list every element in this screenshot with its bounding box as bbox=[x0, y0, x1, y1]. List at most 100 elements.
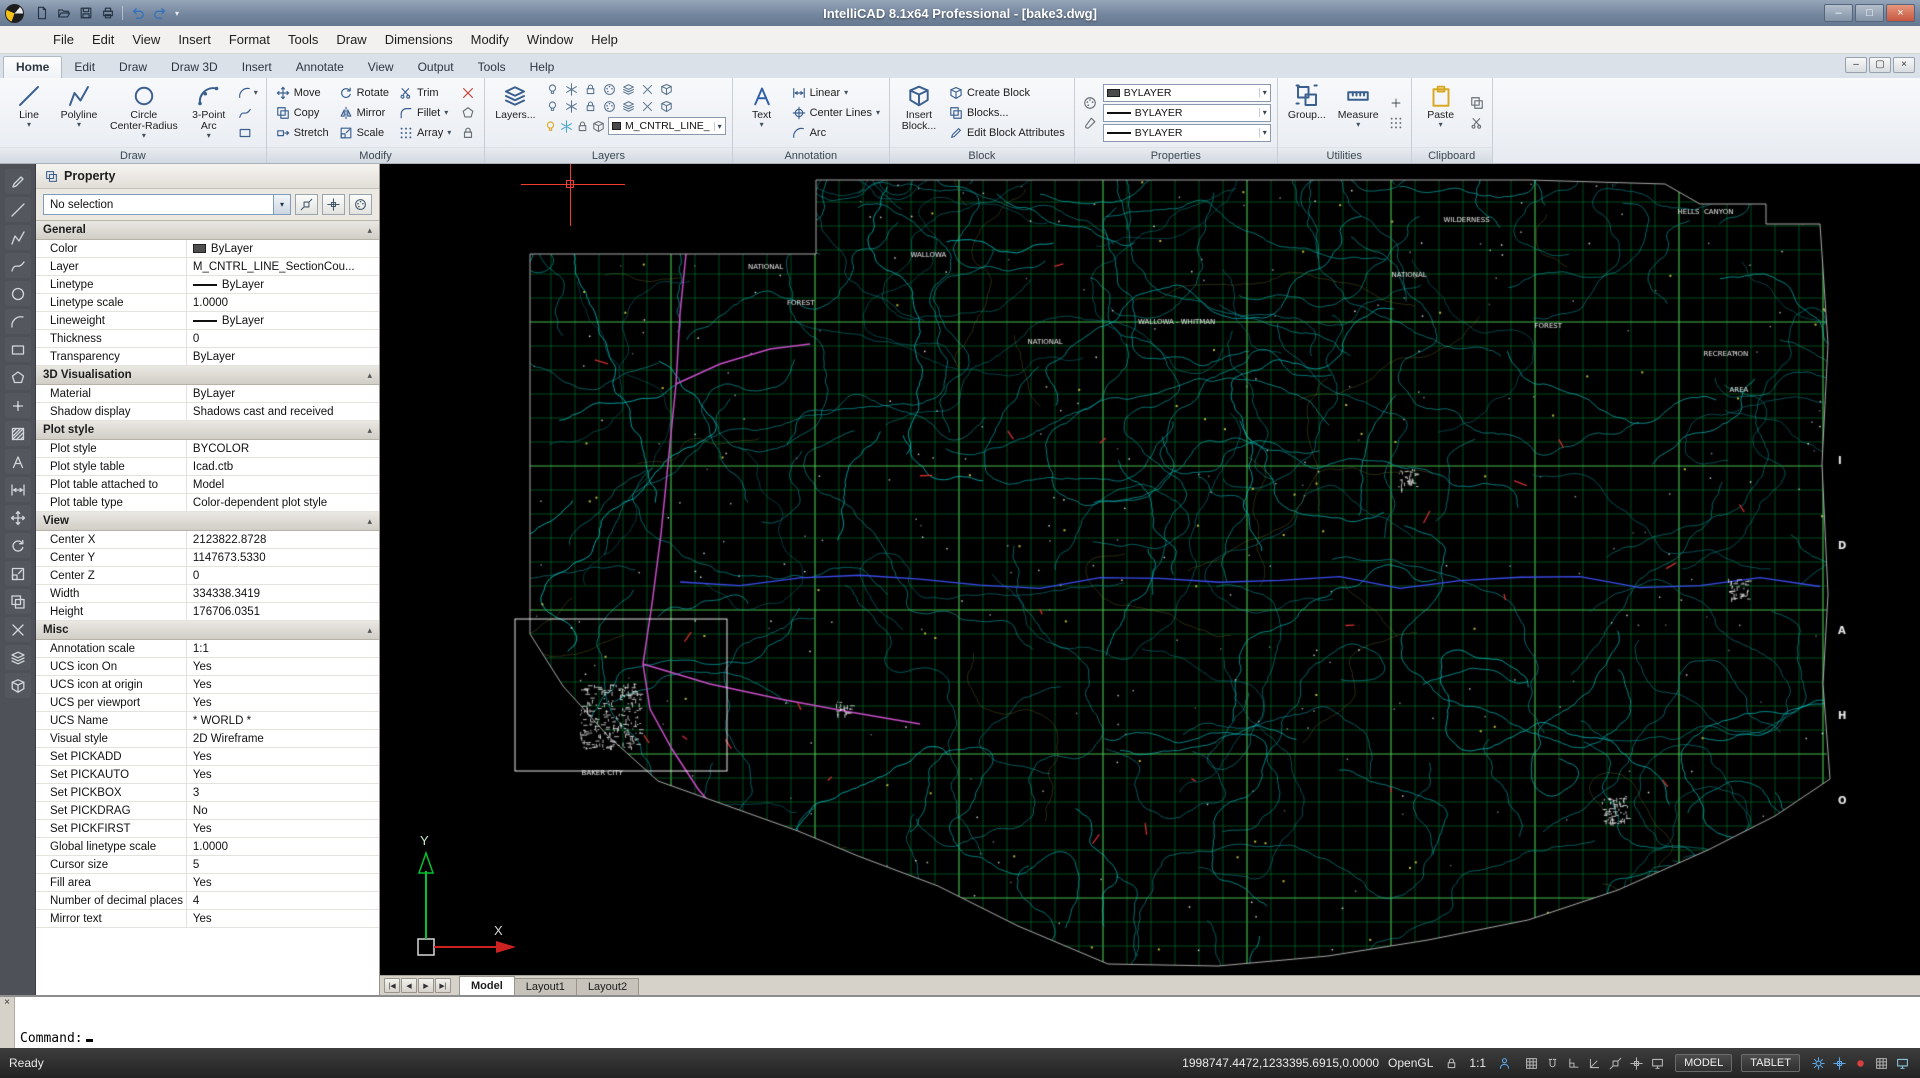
rotate-button[interactable]: Rotate bbox=[336, 83, 392, 102]
property-value[interactable]: 2123822.8728 bbox=[187, 531, 379, 548]
layout-tab-model[interactable]: Model bbox=[459, 976, 515, 995]
ribbon-tab-draw-3d[interactable]: Draw 3D bbox=[159, 57, 230, 78]
property-value[interactable]: Yes bbox=[187, 748, 379, 765]
layer-tool-snow-icon[interactable] bbox=[563, 81, 581, 97]
revision-cloud-button[interactable] bbox=[236, 104, 260, 121]
property-value[interactable]: 0 bbox=[187, 567, 379, 584]
copy-clip-button[interactable] bbox=[1468, 94, 1486, 111]
center-lines-button[interactable]: Center Lines▾ bbox=[789, 103, 883, 122]
cut-clip-button[interactable] bbox=[1468, 114, 1486, 131]
layer-tool-cube-icon[interactable] bbox=[658, 81, 676, 97]
arc-dimension-button[interactable]: Arc bbox=[789, 123, 883, 142]
command-prompt[interactable]: Command: bbox=[20, 1031, 1915, 1046]
command-window[interactable]: × Command: bbox=[0, 995, 1920, 1048]
dimension-tool[interactable] bbox=[5, 477, 31, 502]
spline-tool[interactable] bbox=[5, 253, 31, 278]
property-value[interactable]: Yes bbox=[187, 874, 379, 891]
group-button[interactable]: Group... bbox=[1284, 81, 1330, 144]
polyline-button[interactable]: Polyline ▾ bbox=[56, 81, 102, 144]
property-value[interactable]: Yes bbox=[187, 694, 379, 711]
menu-dimensions[interactable]: Dimensions bbox=[376, 27, 462, 52]
property-value[interactable]: 4 bbox=[187, 892, 379, 909]
last-layout-button[interactable]: ▶| bbox=[435, 978, 451, 993]
property-section-header[interactable]: View▴ bbox=[36, 512, 379, 531]
menu-window[interactable]: Window bbox=[518, 27, 582, 52]
paste-button[interactable]: Paste ▾ bbox=[1418, 81, 1464, 144]
sketch-tool[interactable] bbox=[5, 169, 31, 194]
stretch-button[interactable]: Stretch bbox=[273, 123, 332, 142]
property-value[interactable]: Yes bbox=[187, 676, 379, 693]
menu-modify[interactable]: Modify bbox=[462, 27, 518, 52]
trim-button[interactable]: Trim bbox=[396, 83, 454, 102]
property-value[interactable]: Yes bbox=[187, 658, 379, 675]
property-value[interactable]: * WORLD * bbox=[187, 712, 379, 729]
grid-display-icon[interactable] bbox=[1872, 1055, 1890, 1072]
property-value[interactable]: ByLayer bbox=[187, 240, 379, 257]
menu-draw[interactable]: Draw bbox=[327, 27, 375, 52]
rectangle-button[interactable] bbox=[236, 124, 260, 141]
property-value[interactable]: ByLayer bbox=[187, 348, 379, 365]
quick-calc-button[interactable] bbox=[1387, 114, 1405, 131]
lineweight-dropdown[interactable]: BYLAYER ▾ bbox=[1103, 124, 1271, 142]
layer-freeze-icon[interactable] bbox=[560, 120, 573, 133]
menu-format[interactable]: Format bbox=[220, 27, 279, 52]
property-value[interactable]: Yes bbox=[187, 910, 379, 927]
maximize-button[interactable]: □ bbox=[1855, 4, 1884, 22]
insert-block-button[interactable]: InsertBlock... bbox=[896, 81, 942, 144]
layer-tool-palette-icon[interactable] bbox=[601, 81, 619, 97]
drawing-area[interactable]: Y X bbox=[380, 164, 1920, 975]
layer-lock-icon[interactable] bbox=[576, 120, 589, 133]
layer-tool-palette-icon[interactable] bbox=[601, 98, 619, 114]
layer-tool-lock-icon[interactable] bbox=[582, 98, 600, 114]
linear-dimension-button[interactable]: Linear▾ bbox=[789, 83, 883, 102]
scale-tool[interactable] bbox=[5, 561, 31, 586]
property-section-header[interactable]: Misc▴ bbox=[36, 621, 379, 640]
layer-tool-snow-icon[interactable] bbox=[563, 98, 581, 114]
ribbon-tab-edit[interactable]: Edit bbox=[62, 57, 107, 78]
ribbon-tab-output[interactable]: Output bbox=[406, 57, 466, 78]
line-button[interactable]: Line ▾ bbox=[6, 81, 52, 144]
block-tool[interactable] bbox=[5, 673, 31, 698]
customize-properties-button[interactable] bbox=[349, 194, 372, 215]
ribbon-tab-tools[interactable]: Tools bbox=[466, 57, 518, 78]
mirror-button[interactable]: Mirror bbox=[336, 103, 392, 122]
property-value[interactable]: 3 bbox=[187, 784, 379, 801]
command-lines[interactable]: Command: bbox=[15, 997, 1920, 1048]
doc-restore-button[interactable]: ▢ bbox=[1869, 57, 1891, 73]
layer-tool-bulb-icon[interactable] bbox=[544, 98, 562, 114]
measure-button[interactable]: Measure ▾ bbox=[1334, 81, 1383, 144]
clean-screen-icon[interactable] bbox=[1893, 1055, 1911, 1072]
polygon-tool[interactable] bbox=[5, 365, 31, 390]
ribbon-tab-draw[interactable]: Draw bbox=[107, 57, 159, 78]
quick-select-button[interactable] bbox=[322, 194, 345, 215]
first-layout-button[interactable]: |◀ bbox=[384, 978, 400, 993]
layer-tool-cube-icon[interactable] bbox=[658, 98, 676, 114]
array-button[interactable]: Array▾ bbox=[396, 123, 454, 142]
property-value[interactable]: BYCOLOR bbox=[187, 440, 379, 457]
print-button[interactable] bbox=[97, 4, 118, 23]
copy-tool[interactable] bbox=[5, 589, 31, 614]
three-point-arc-button[interactable]: 3-PointArc ▾ bbox=[186, 81, 232, 144]
ribbon-tab-view[interactable]: View bbox=[356, 57, 406, 78]
minimize-button[interactable]: – bbox=[1824, 4, 1853, 22]
settings-icon[interactable] bbox=[1809, 1055, 1827, 1072]
property-value[interactable]: 5 bbox=[187, 856, 379, 873]
select-objects-button[interactable] bbox=[295, 194, 318, 215]
tablet-button[interactable]: TABLET bbox=[1741, 1054, 1800, 1072]
menu-insert[interactable]: Insert bbox=[169, 27, 220, 52]
arc-variant-button[interactable]: ▾ bbox=[236, 84, 260, 101]
rotate-tool[interactable] bbox=[5, 533, 31, 558]
prev-layout-button[interactable]: ◀ bbox=[401, 978, 417, 993]
property-value[interactable]: M_CNTRL_LINE_SectionCou... bbox=[187, 258, 379, 275]
save-button[interactable] bbox=[75, 4, 96, 23]
arc-tool[interactable] bbox=[5, 309, 31, 334]
selection-dropdown[interactable]: No selection ▾ bbox=[43, 194, 291, 215]
point-style-button[interactable] bbox=[1387, 94, 1405, 111]
property-value[interactable]: 1:1 bbox=[187, 640, 379, 657]
property-section-header[interactable]: Plot style▴ bbox=[36, 421, 379, 440]
property-section-header[interactable]: 3D Visualisation▴ bbox=[36, 366, 379, 385]
menu-view[interactable]: View bbox=[123, 27, 169, 52]
move-tool[interactable] bbox=[5, 505, 31, 530]
lock-icon[interactable] bbox=[1442, 1055, 1460, 1072]
entity-track-icon[interactable] bbox=[1627, 1055, 1645, 1072]
